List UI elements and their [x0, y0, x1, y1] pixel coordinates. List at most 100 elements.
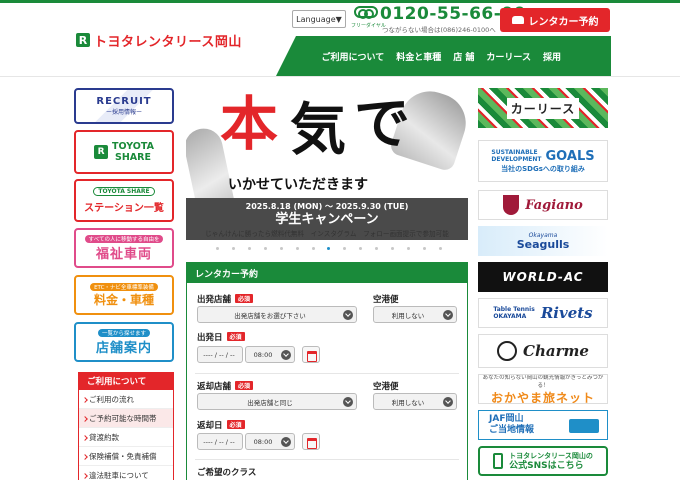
return-airport-label: 空港便: [373, 382, 399, 392]
smartphone-icon: [493, 453, 504, 469]
depart-time-select[interactable]: 08:00: [245, 346, 295, 363]
slide-char-de: で: [354, 91, 410, 157]
slide-caption: じゃんけんに勝ったら燃料代無料 インスタグラム フォロー画面提示で参加可能: [205, 230, 449, 238]
charme-emblem-icon: [497, 341, 518, 361]
slider-dot[interactable]: [263, 247, 267, 250]
logo-text: トヨタレンタリース岡山: [94, 34, 242, 50]
okayama-travel-name: おかやま旅ネット: [490, 390, 595, 404]
nav-item-stores[interactable]: 店 舗: [453, 50, 474, 63]
fagiano-banner[interactable]: Fagiano: [478, 190, 608, 220]
slider-dot[interactable]: [295, 247, 299, 250]
rivets-name: Rivets: [540, 304, 593, 322]
jaf-banner[interactable]: JAF岡山 ご当地情報: [478, 410, 608, 440]
recruit-sub: ー採用情報ー: [105, 109, 142, 116]
campaign-slider[interactable]: 本 気 で いかせていただきます 2025.8.18 (MON) 〜 2025.…: [186, 88, 468, 240]
return-airport-select[interactable]: 利用しない: [373, 393, 457, 410]
chevron-down-icon: [443, 310, 453, 320]
station-list-label: ステーション一覧: [84, 203, 164, 214]
return-time-select[interactable]: 08:00: [245, 433, 295, 450]
nav-item-recruit[interactable]: 採用: [543, 50, 561, 63]
car-lease-label: カーリース: [506, 97, 580, 119]
depart-date-input[interactable]: ---- / -- / --: [197, 346, 243, 363]
slide-campaign-title: 学生キャンペーン: [275, 212, 379, 227]
slider-dot[interactable]: [279, 247, 283, 250]
sdgs-tag: SUSTAINABLE DEVELOPMENT: [491, 149, 542, 163]
seagulls-name: Seagulls: [516, 238, 570, 251]
return-date-input[interactable]: ---- / -- / --: [197, 433, 243, 450]
chevron-down-icon: [343, 397, 353, 407]
side-menu-item[interactable]: ご利用の流れ: [79, 390, 173, 409]
chevron-down-icon: [343, 310, 353, 320]
recruit-banner[interactable]: RECRUIT ー採用情報ー: [74, 88, 174, 124]
slide-char-ki: 気: [290, 97, 346, 163]
chevron-down-icon: [443, 397, 453, 407]
calendar-icon[interactable]: [302, 346, 320, 363]
required-badge: 必須: [226, 420, 245, 429]
slider-dot[interactable]: [311, 247, 315, 250]
nav-item-rates[interactable]: 料金と車種: [396, 50, 441, 63]
language-select[interactable]: Language▼: [292, 10, 346, 28]
nav-item-usage[interactable]: ご利用について: [322, 50, 385, 63]
required-badge: 必須: [235, 294, 254, 303]
station-list-badge: TOYOTA SHARE: [93, 187, 155, 196]
rates-banner[interactable]: ETC・ナビ全車標準装備 料金・車種: [74, 275, 174, 315]
airport-label: 空港便: [373, 295, 399, 305]
stores-banner[interactable]: 一覧から探せます 店舗案内: [74, 322, 174, 362]
page: R トヨタレンタリース岡山 Language▼ フリーダイヤル 0120-55-…: [0, 0, 680, 480]
slider-dot[interactable]: [391, 247, 395, 250]
global-nav: ご利用について 料金と車種 店 舗 カーリース 採用: [276, 36, 611, 76]
side-menu-heading: ご利用について: [79, 372, 173, 390]
slider-dot[interactable]: [407, 247, 411, 250]
required-badge: 必須: [226, 332, 245, 341]
toyota-share-logo-icon: R: [94, 145, 109, 159]
welfare-vehicles-banner[interactable]: すべての人に移動する自由を 福祉車両: [74, 228, 174, 268]
side-menu-item[interactable]: 違法駐車について: [79, 466, 173, 480]
side-menu-item[interactable]: 保険補償・免責補償: [79, 447, 173, 466]
slider-dot[interactable]: [438, 247, 442, 250]
toyota-share-line1: TOYOTA: [112, 141, 154, 152]
return-store-select[interactable]: 出発店舗と同じ: [197, 393, 357, 410]
slider-dot[interactable]: [359, 247, 363, 250]
welfare-note: すべての人に移動する自由を: [84, 234, 164, 243]
official-sns-banner[interactable]: トヨタレンタリース岡山の 公式SNSはこちら: [478, 446, 608, 476]
world-ac-banner[interactable]: WORLD-AC: [478, 262, 608, 292]
chevron-down-icon: [281, 350, 291, 360]
charme-banner[interactable]: Charme: [478, 334, 608, 368]
reservation-heading: レンタカー予約: [187, 263, 467, 283]
slide-char-hon: 本: [220, 90, 279, 158]
slide-dates: 2025.8.18 (MON) 〜 2025.9.30 (TUE): [245, 202, 409, 211]
side-menu-item[interactable]: 貸渡約款: [79, 428, 173, 447]
jaf-label: JAF岡山 ご当地情報: [489, 414, 535, 435]
calendar-icon[interactable]: [302, 433, 320, 450]
slider-dot[interactable]: [422, 247, 426, 250]
side-menu-item[interactable]: ご予約可能な時間帯: [79, 409, 173, 428]
slider-dot[interactable]: [216, 247, 219, 250]
sdgs-banner[interactable]: SUSTAINABLE DEVELOPMENT GOALS 当社のSDGsへの取り…: [478, 140, 608, 182]
slider-dot[interactable]: [375, 247, 379, 250]
toyota-share-banner[interactable]: R TOYOTA SHARE: [74, 130, 174, 174]
logo-mark-icon: R: [76, 33, 90, 47]
depart-store-label: 出発店舗 必須: [197, 293, 254, 305]
return-date-label: 返却日 必須: [197, 419, 245, 431]
rental-reserve-button[interactable]: レンタカー予約: [500, 8, 610, 32]
seagulls-banner[interactable]: Okayama Seagulls: [478, 226, 608, 256]
slider-dot[interactable]: [327, 247, 331, 250]
nav-item-carlease[interactable]: カーリース: [486, 50, 531, 63]
rivets-banner[interactable]: Table Tennis OKAYAMA Rivets: [478, 298, 608, 328]
okayama-travel-banner[interactable]: あなたの知らない岡山の観光情報がきっとみつかる！ おかやま旅ネット: [478, 374, 608, 404]
slider-dot[interactable]: [231, 247, 235, 250]
depart-store-select[interactable]: 出発店舗をお選び下さい: [197, 306, 357, 323]
site-logo[interactable]: R トヨタレンタリース岡山: [76, 28, 242, 52]
station-list-banner[interactable]: TOYOTA SHARE ステーション一覧: [74, 179, 174, 222]
slider-dot[interactable]: [343, 247, 347, 250]
airport-select[interactable]: 利用しない: [373, 306, 457, 323]
fagiano-name: Fagiano: [525, 197, 583, 213]
fagiano-crest-icon: [503, 195, 520, 215]
car-lease-banner[interactable]: カーリース: [478, 88, 608, 128]
okayama-travel-note: あなたの知らない岡山の観光情報がきっとみつかる！: [482, 374, 604, 389]
usage-side-menu: ご利用について ご利用の流れ ご予約可能な時間帯 貸渡約款 保険補償・免責補償 …: [78, 372, 174, 480]
slider-dots: [216, 247, 442, 251]
stores-note: 一覧から探せます: [97, 328, 150, 337]
sns-label: トヨタレンタリース岡山の 公式SNSはこちら: [509, 452, 593, 471]
slider-dot[interactable]: [247, 247, 251, 250]
